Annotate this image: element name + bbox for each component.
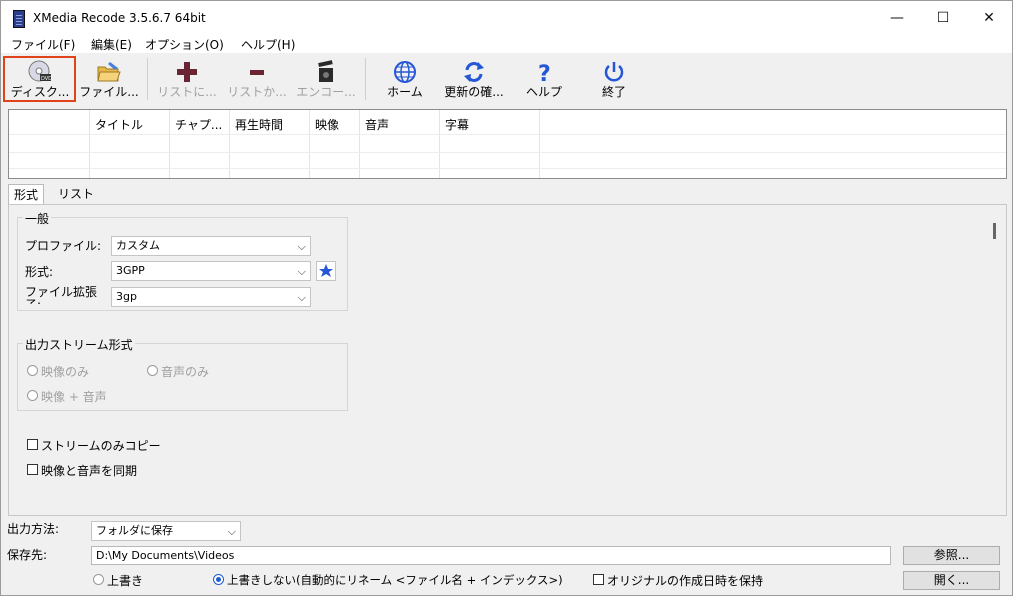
header-video: 映像 xyxy=(315,118,340,132)
row-divider xyxy=(9,134,1006,135)
video-only-radio[interactable] xyxy=(27,365,38,376)
overwrite-radio[interactable] xyxy=(93,574,104,585)
audio-only-radio[interactable] xyxy=(147,365,158,376)
audio-only-label: 音声のみ xyxy=(161,365,210,379)
chevron-down-icon: ⌵ xyxy=(297,291,306,304)
help-label: ヘルプ xyxy=(525,85,562,99)
home-label: ホーム xyxy=(387,85,423,99)
menu-file[interactable]: ファイル(F) xyxy=(11,36,75,53)
browse-button[interactable]: 参照... xyxy=(903,546,1000,565)
app-icon xyxy=(13,10,25,28)
file-list[interactable]: タイトル チャプ... 再生時間 映像 音声 字幕 xyxy=(8,109,1007,179)
add-to-list-label: リストに... xyxy=(157,85,217,99)
encode-button[interactable]: エンコー... xyxy=(293,56,359,102)
header-subtitle: 字幕 xyxy=(445,118,470,132)
svg-text:?: ? xyxy=(538,62,551,84)
keep-date-checkbox[interactable] xyxy=(593,574,604,585)
globe-icon xyxy=(394,61,416,83)
format-value: 3GPP xyxy=(116,264,145,277)
menu-help[interactable]: ヘルプ(H) xyxy=(241,36,295,53)
encode-label: エンコー... xyxy=(296,85,356,99)
help-button[interactable]: ? ヘルプ xyxy=(517,56,571,102)
header-audio: 音声 xyxy=(365,118,390,132)
panel-scrollbar[interactable] xyxy=(987,211,1004,511)
tab-list[interactable]: リスト xyxy=(53,184,99,204)
profile-select[interactable]: カスタム ⌵ xyxy=(111,236,311,256)
row-divider xyxy=(9,168,1006,169)
exit-button[interactable]: 終了 xyxy=(587,56,641,102)
profile-label: プロファイル: xyxy=(25,239,102,253)
remove-from-list-button[interactable]: リストか... xyxy=(223,56,291,102)
toolbar-separator xyxy=(365,58,366,100)
chevron-down-icon: ⌵ xyxy=(227,525,236,538)
menu-edit[interactable]: 編集(E) xyxy=(91,36,132,53)
exit-label: 終了 xyxy=(601,85,626,99)
destination-input[interactable]: D:\My Documents\Videos xyxy=(91,546,891,565)
extension-value: 3gp xyxy=(116,290,137,303)
close-button[interactable]: ✕ xyxy=(966,1,1012,35)
refresh-icon xyxy=(464,62,484,82)
open-button[interactable]: 開く... xyxy=(903,571,1000,590)
format-select[interactable]: 3GPP ⌵ xyxy=(111,261,311,281)
video-audio-radio[interactable] xyxy=(27,390,38,401)
toolbar-separator xyxy=(147,58,148,100)
profile-value: カスタム xyxy=(116,239,160,252)
video-only-label: 映像のみ xyxy=(41,365,90,379)
home-button[interactable]: ホーム xyxy=(377,56,433,102)
header-title: タイトル xyxy=(95,118,144,132)
check-update-button[interactable]: 更新の確... xyxy=(439,56,509,102)
clapperboard-icon xyxy=(318,60,333,82)
header-duration: 再生時間 xyxy=(235,118,284,132)
scrollbar-thumb[interactable] xyxy=(993,223,996,239)
minus-icon xyxy=(250,70,264,75)
row-divider xyxy=(9,152,1006,153)
stream-copy-checkbox[interactable] xyxy=(27,439,38,450)
overwrite-label: 上書き xyxy=(107,574,144,588)
chevron-down-icon: ⌵ xyxy=(297,240,306,253)
general-group-title: 一般 xyxy=(23,210,52,227)
output-method-label: 出力方法: xyxy=(7,522,60,536)
file-label: ファイル... xyxy=(79,85,139,99)
app-window: XMedia Recode 3.5.6.7 64bit — ☐ ✕ ファイル(F… xyxy=(0,0,1013,596)
plus-icon xyxy=(177,62,197,82)
output-method-value: フォルダに保存 xyxy=(96,524,173,537)
minimize-button[interactable]: — xyxy=(874,1,920,35)
stream-copy-label: ストリームのみコピー xyxy=(41,439,161,453)
open-folder-icon xyxy=(97,62,121,82)
keep-date-label: オリジナルの作成日時を保持 xyxy=(607,574,764,588)
favorite-star-icon[interactable] xyxy=(316,261,336,281)
file-button[interactable]: ファイル... xyxy=(77,56,141,102)
extension-label: ファイル拡張子: xyxy=(25,286,98,304)
tab-format[interactable]: 形式 xyxy=(8,184,45,205)
sync-label: 映像と音声を同期 xyxy=(41,464,138,478)
stream-group-title: 出力ストリーム形式 xyxy=(23,336,135,353)
sync-checkbox[interactable] xyxy=(27,464,38,475)
output-method-select[interactable]: フォルダに保存 ⌵ xyxy=(91,521,241,541)
no-overwrite-radio[interactable] xyxy=(213,574,224,585)
destination-label: 保存先: xyxy=(7,548,48,562)
add-to-list-button[interactable]: リストに... xyxy=(153,56,221,102)
menu-options[interactable]: オプション(O) xyxy=(145,36,224,53)
chevron-down-icon: ⌵ xyxy=(297,265,306,278)
header-chapter: チャプ... xyxy=(175,118,223,132)
window-title: XMedia Recode 3.5.6.7 64bit xyxy=(33,11,206,25)
video-audio-label: 映像 + 音声 xyxy=(41,390,107,404)
check-update-label: 更新の確... xyxy=(444,85,504,99)
remove-from-list-label: リストか... xyxy=(227,85,287,99)
no-overwrite-label: 上書きしない(自動的にリネーム <ファイル名 + インデックス>) xyxy=(227,573,563,587)
extension-select[interactable]: 3gp ⌵ xyxy=(111,287,311,307)
power-icon xyxy=(604,62,624,82)
question-icon: ? xyxy=(538,62,551,84)
maximize-button[interactable]: ☐ xyxy=(920,1,966,35)
selection-highlight xyxy=(3,56,76,102)
format-label: 形式: xyxy=(25,265,54,279)
